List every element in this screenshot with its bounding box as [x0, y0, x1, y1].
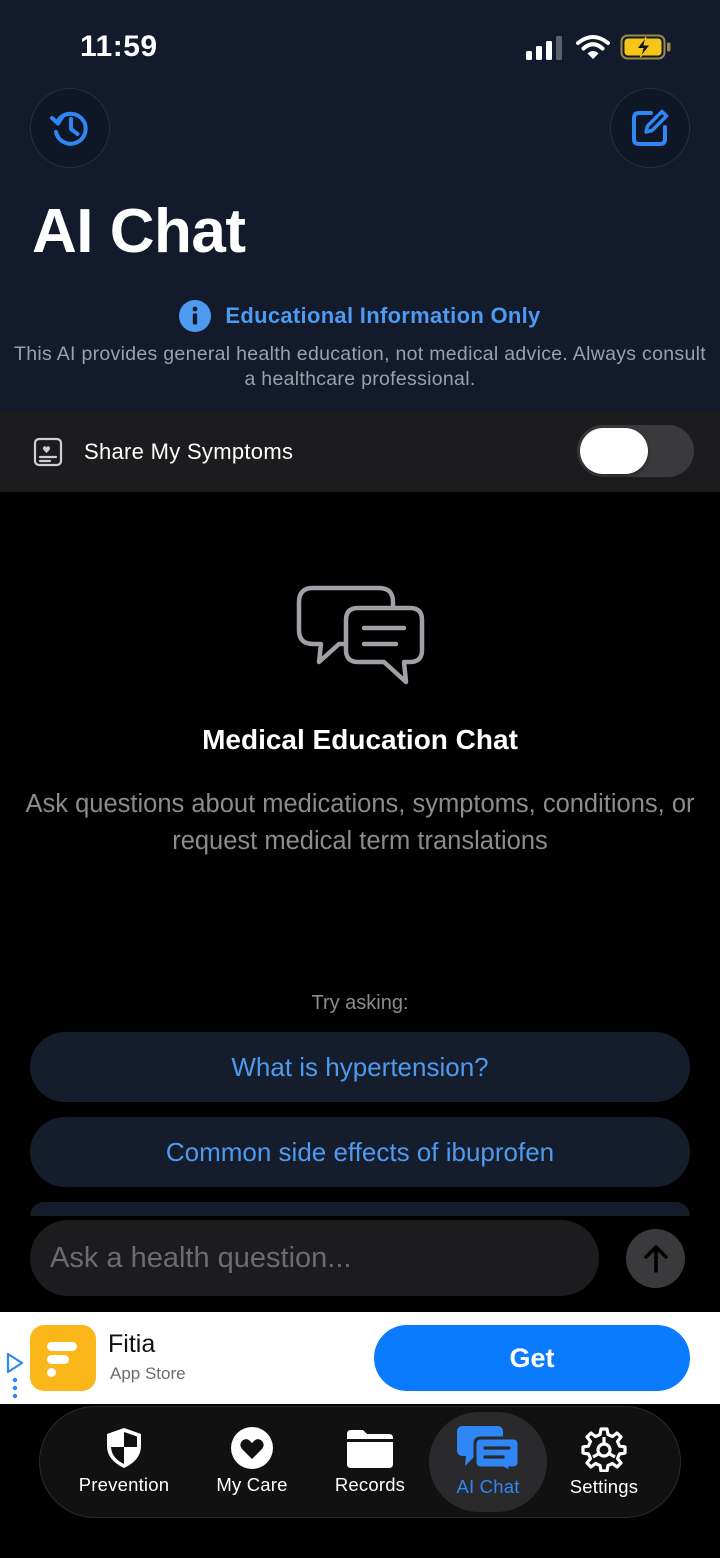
compose-icon [632, 109, 669, 146]
share-symptoms-toggle[interactable] [577, 425, 694, 477]
send-button[interactable] [626, 1229, 685, 1288]
clock-history-icon [50, 111, 88, 146]
suggestions-label: Try asking: [311, 992, 409, 1014]
disclaimer-text: This AI provides general health educatio… [14, 343, 706, 390]
empty-state-title: Medical Education Chat [202, 724, 518, 755]
gear-icon [581, 1427, 627, 1472]
fitia-logo-icon [47, 1342, 77, 1377]
share-symptoms-label: Share My Symptoms [84, 439, 294, 464]
ad-app-logo[interactable] [30, 1325, 96, 1391]
chat-bubbles-icon [457, 1426, 519, 1472]
history-button[interactable] [30, 88, 110, 168]
ad-app-name: Fitia [108, 1330, 156, 1358]
ad-choices-icon[interactable] [5, 1350, 25, 1400]
suggestion-button[interactable]: Common side effects of ibuprofen [30, 1117, 690, 1187]
empty-state-description: Ask questions about medications, symptom… [25, 790, 695, 855]
ai-chat-screen: 11:59 AI Chat Educational Information On… [0, 0, 720, 1558]
shield-icon [107, 1428, 141, 1468]
new-chat-button[interactable] [610, 88, 690, 168]
suggestion-button-partial[interactable] [30, 1202, 690, 1216]
message-input[interactable] [30, 1220, 599, 1296]
tab-label: My Care [216, 1474, 288, 1495]
status-time: 11:59 [80, 30, 158, 63]
cellular-signal-icon [526, 36, 562, 60]
tab-label: Records [334, 1474, 406, 1495]
message-input-container [30, 1220, 599, 1296]
disclaimer-title: Educational Information Only [225, 303, 541, 328]
tab-records[interactable]: Records [311, 1412, 429, 1512]
tab-settings[interactable]: Settings [545, 1412, 663, 1512]
folder-icon [347, 1430, 393, 1468]
ad-store-label: App Store [110, 1364, 186, 1383]
tab-label: Prevention [78, 1474, 170, 1495]
heart-icon [231, 1427, 273, 1469]
chat-bubbles-icon [296, 585, 425, 685]
disclaimer-header: Educational Information Only [0, 300, 720, 332]
medical-record-icon [33, 437, 63, 467]
wifi-icon [576, 35, 610, 59]
arrow-up-icon [643, 1244, 668, 1273]
status-bar: 11:59 [0, 0, 720, 96]
tab-label: AI Chat [456, 1476, 520, 1497]
ad-get-button[interactable]: Get [374, 1325, 690, 1391]
toggle-knob [580, 428, 648, 474]
battery-charging-icon [620, 34, 671, 60]
info-icon [179, 300, 212, 332]
suggestion-button[interactable]: What is hypertension? [30, 1032, 690, 1102]
tab-label: Settings [569, 1476, 639, 1497]
page-title: AI Chat [32, 197, 246, 266]
tab-ai-chat[interactable]: AI Chat [429, 1412, 547, 1512]
tab-prevention[interactable]: Prevention [65, 1412, 183, 1512]
tab-my-care[interactable]: My Care [193, 1412, 311, 1512]
